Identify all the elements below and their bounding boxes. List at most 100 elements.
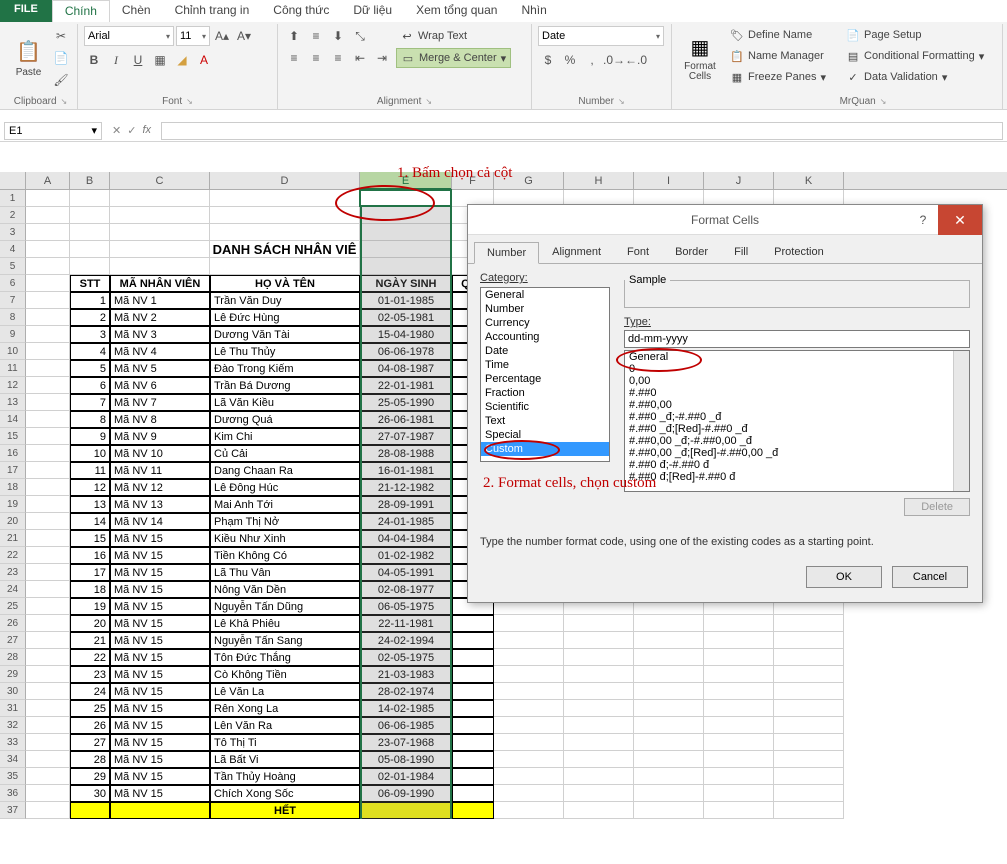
- row-header[interactable]: 3: [0, 224, 26, 241]
- cell[interactable]: Mã NV 2: [110, 309, 210, 326]
- row-header[interactable]: 4: [0, 241, 26, 258]
- cell[interactable]: [70, 802, 110, 819]
- cell[interactable]: [494, 717, 564, 734]
- align-right-icon[interactable]: ≡: [328, 48, 348, 68]
- cell[interactable]: 16: [70, 547, 110, 564]
- cell[interactable]: [774, 683, 844, 700]
- cell[interactable]: [494, 734, 564, 751]
- category-item[interactable]: Scientific: [481, 400, 609, 414]
- dlg-tab-protection[interactable]: Protection: [761, 241, 837, 263]
- cell[interactable]: Cò Không Tiền: [210, 666, 360, 683]
- cell[interactable]: Phạm Thị Nở: [210, 513, 360, 530]
- cell[interactable]: [26, 292, 70, 309]
- cell[interactable]: [360, 241, 452, 258]
- cell[interactable]: [564, 734, 634, 751]
- cell[interactable]: Mã NV 13: [110, 496, 210, 513]
- cell[interactable]: [452, 683, 494, 700]
- col-header-H[interactable]: H: [564, 172, 634, 189]
- cell[interactable]: [634, 802, 704, 819]
- cell[interactable]: DANH SÁCH NHÂN VIÊ: [210, 241, 360, 258]
- cell[interactable]: Lê Thu Thủy: [210, 343, 360, 360]
- cell[interactable]: Lã Thu Vân: [210, 564, 360, 581]
- scrollbar[interactable]: [953, 351, 969, 491]
- cell[interactable]: [26, 513, 70, 530]
- align-bottom-icon[interactable]: ⬇: [328, 26, 348, 46]
- row-header[interactable]: 16: [0, 445, 26, 462]
- category-item[interactable]: Accounting: [481, 330, 609, 344]
- cell[interactable]: 26-06-1981: [360, 411, 452, 428]
- cell[interactable]: [704, 666, 774, 683]
- col-header-D[interactable]: D: [210, 172, 360, 189]
- row-header[interactable]: 30: [0, 683, 26, 700]
- cell[interactable]: [452, 785, 494, 802]
- cell[interactable]: Mã NV 11: [110, 462, 210, 479]
- cell[interactable]: [26, 207, 70, 224]
- format-list[interactable]: General00,00#.##0#.##0,00#.##0 _đ;-#.##0…: [624, 350, 970, 492]
- font-size-select[interactable]: 11▾: [176, 26, 210, 46]
- cell[interactable]: Mã NV 15: [110, 768, 210, 785]
- cell[interactable]: [26, 241, 70, 258]
- col-header-K[interactable]: K: [774, 172, 844, 189]
- cell[interactable]: [70, 258, 110, 275]
- cell[interactable]: Mã NV 15: [110, 530, 210, 547]
- align-middle-icon[interactable]: ≡: [306, 26, 326, 46]
- cell[interactable]: [564, 615, 634, 632]
- cell[interactable]: [26, 615, 70, 632]
- cell[interactable]: [26, 462, 70, 479]
- format-item[interactable]: 0: [625, 363, 969, 375]
- cell[interactable]: Mã NV 15: [110, 700, 210, 717]
- format-item[interactable]: #.##0 đ;[Red]-#.##0 đ: [625, 471, 969, 483]
- format-item[interactable]: General: [625, 351, 969, 363]
- cell[interactable]: [452, 802, 494, 819]
- row-header[interactable]: 2: [0, 207, 26, 224]
- cell[interactable]: Mã NV 15: [110, 649, 210, 666]
- tab-chèn[interactable]: Chèn: [110, 0, 163, 22]
- cell[interactable]: [452, 632, 494, 649]
- row-header[interactable]: 19: [0, 496, 26, 513]
- row-header[interactable]: 26: [0, 615, 26, 632]
- category-item[interactable]: Special: [481, 428, 609, 442]
- cell[interactable]: [634, 683, 704, 700]
- cell[interactable]: 8: [70, 411, 110, 428]
- format-item[interactable]: 0,00: [625, 375, 969, 387]
- row-header[interactable]: 24: [0, 581, 26, 598]
- comma-icon[interactable]: ,: [582, 50, 602, 70]
- cell[interactable]: [704, 734, 774, 751]
- cell[interactable]: 22-01-1981: [360, 377, 452, 394]
- cell[interactable]: 25-05-1990: [360, 394, 452, 411]
- cell[interactable]: 9: [70, 428, 110, 445]
- cell[interactable]: [26, 666, 70, 683]
- cell[interactable]: [26, 428, 70, 445]
- cell[interactable]: [704, 700, 774, 717]
- cell[interactable]: [360, 207, 452, 224]
- cell[interactable]: [564, 700, 634, 717]
- row-header[interactable]: 34: [0, 751, 26, 768]
- cell[interactable]: [704, 717, 774, 734]
- cell[interactable]: 21-03-1983: [360, 666, 452, 683]
- cell[interactable]: Tần Thủy Hoàng: [210, 768, 360, 785]
- cell[interactable]: 5: [70, 360, 110, 377]
- cell[interactable]: [26, 530, 70, 547]
- format-item[interactable]: #.##0 _đ;[Red]-#.##0 _đ: [625, 423, 969, 435]
- cell[interactable]: 24: [70, 683, 110, 700]
- cell[interactable]: 4: [70, 343, 110, 360]
- category-item[interactable]: Fraction: [481, 386, 609, 400]
- cell[interactable]: 14-02-1985: [360, 700, 452, 717]
- cell[interactable]: [774, 768, 844, 785]
- format-item[interactable]: #.##0: [625, 387, 969, 399]
- cell[interactable]: STT: [70, 275, 110, 292]
- cell[interactable]: [26, 326, 70, 343]
- cell[interactable]: Mã NV 15: [110, 632, 210, 649]
- cell[interactable]: [360, 190, 452, 207]
- cell[interactable]: [774, 802, 844, 819]
- cell[interactable]: [210, 224, 360, 241]
- cell[interactable]: [26, 649, 70, 666]
- cell[interactable]: [634, 615, 704, 632]
- cell[interactable]: [110, 207, 210, 224]
- cell[interactable]: 2: [70, 309, 110, 326]
- cell[interactable]: Mã NV 10: [110, 445, 210, 462]
- row-header[interactable]: 35: [0, 768, 26, 785]
- data-validation-button[interactable]: ✓Data Validation▾: [846, 68, 984, 86]
- cell[interactable]: [704, 649, 774, 666]
- cell[interactable]: [634, 666, 704, 683]
